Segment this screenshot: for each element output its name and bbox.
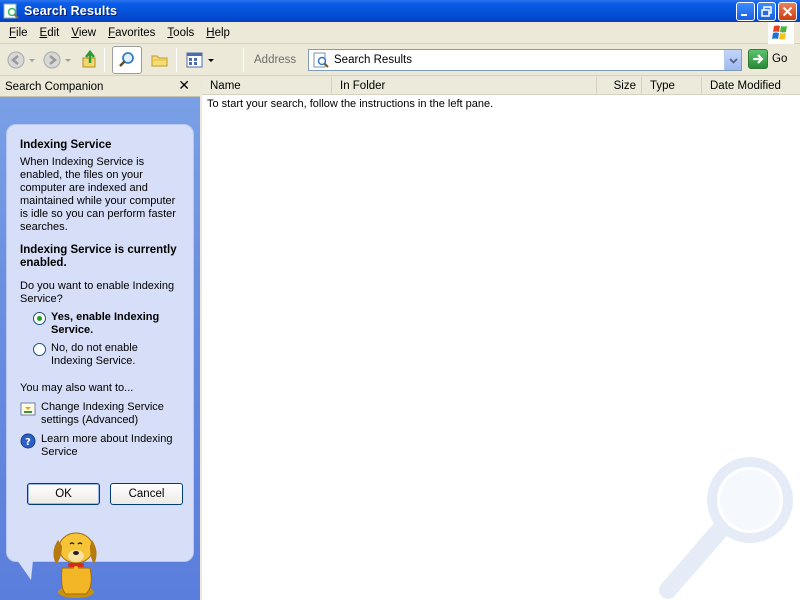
results-column-header: Name In Folder Size Type Date Modified xyxy=(202,77,800,95)
column-in-folder[interactable]: In Folder xyxy=(332,77,597,95)
help-icon: ? xyxy=(20,433,36,449)
standard-toolbar: Address Search Results Go xyxy=(0,45,800,76)
radio-disable[interactable] xyxy=(33,343,46,356)
folders-button[interactable] xyxy=(148,47,172,73)
minimize-button[interactable] xyxy=(736,2,755,21)
restore-icon xyxy=(761,6,772,17)
option-disable[interactable]: No, do not enable Indexing Service. xyxy=(33,342,181,368)
column-type[interactable]: Type xyxy=(642,77,702,95)
column-name[interactable]: Name xyxy=(202,77,332,95)
back-dropdown[interactable] xyxy=(28,47,36,73)
chevron-down-icon xyxy=(208,59,214,62)
results-instructions: To start your search, follow the instruc… xyxy=(207,98,494,110)
title-bar[interactable]: Search Results xyxy=(0,0,800,22)
address-dropdown-button[interactable] xyxy=(724,50,741,70)
menu-file[interactable]: File xyxy=(3,27,34,39)
go-label: Go xyxy=(772,53,788,65)
panel-title: Indexing Service xyxy=(20,139,112,151)
views-button[interactable] xyxy=(185,47,215,73)
option-enable[interactable]: Yes, enable Indexing Service. xyxy=(33,311,181,337)
panel-description: When Indexing Service is enabled, the fi… xyxy=(20,156,176,233)
up-folder-icon xyxy=(82,50,96,68)
menu-edit[interactable]: Edit xyxy=(34,27,66,39)
back-button[interactable] xyxy=(6,47,26,73)
menu-tools[interactable]: Tools xyxy=(161,27,200,39)
restore-button[interactable] xyxy=(757,2,776,21)
also-want-text: You may also want to... xyxy=(20,382,134,394)
search-folder-icon xyxy=(3,3,19,19)
chevron-down-icon xyxy=(29,59,35,62)
change-settings-link[interactable]: Change Indexing Service settings (Advanc… xyxy=(20,401,181,427)
chevron-down-icon xyxy=(728,57,738,64)
speech-bubble-tail xyxy=(17,560,33,580)
up-button[interactable] xyxy=(80,47,100,73)
search-icon xyxy=(119,52,134,67)
toolbar-separator xyxy=(243,48,244,72)
change-settings-label[interactable]: Change Indexing Service settings (Advanc… xyxy=(41,401,181,427)
search-companion-title: Search Companion xyxy=(5,80,104,93)
search-companion-header: Search Companion ✕ xyxy=(0,77,200,97)
toolbar-separator xyxy=(104,48,105,72)
forward-dropdown[interactable] xyxy=(64,47,72,73)
menu-bar: File Edit View Favorites Tools Help xyxy=(0,22,800,44)
search-folder-icon xyxy=(313,52,329,68)
learn-more-link[interactable]: ? Learn more about Indexing Service xyxy=(20,433,181,459)
menu-view[interactable]: View xyxy=(65,27,102,39)
svg-text:?: ? xyxy=(25,437,31,448)
results-pane: Name In Folder Size Type Date Modified T… xyxy=(202,77,800,600)
cancel-button[interactable]: Cancel xyxy=(110,483,183,505)
option-disable-label[interactable]: No, do not enable Indexing Service. xyxy=(51,342,181,368)
address-bar[interactable]: Search Results xyxy=(308,49,742,71)
ok-button[interactable]: OK xyxy=(27,483,100,505)
chevron-down-icon xyxy=(65,59,71,62)
search-dog-icon[interactable] xyxy=(40,520,112,600)
search-companion-pane: Search Companion ✕ Indexing Service When… xyxy=(0,77,200,600)
indexing-question: Do you want to enable Indexing Service? xyxy=(20,280,175,305)
folders-icon xyxy=(151,55,168,67)
menu-favorites[interactable]: Favorites xyxy=(102,27,161,39)
option-enable-label[interactable]: Yes, enable Indexing Service. xyxy=(51,311,181,337)
search-button[interactable] xyxy=(112,46,142,74)
close-icon xyxy=(782,6,793,17)
column-size[interactable]: Size xyxy=(597,77,642,95)
close-button[interactable] xyxy=(778,2,797,21)
windows-logo-icon xyxy=(768,22,794,44)
learn-more-label[interactable]: Learn more about Indexing Service xyxy=(41,433,181,459)
window-title: Search Results xyxy=(24,4,118,18)
views-icon xyxy=(186,52,203,68)
toolbar-separator xyxy=(176,48,177,72)
forward-button[interactable] xyxy=(42,47,62,73)
menu-help[interactable]: Help xyxy=(200,27,236,39)
address-label: Address xyxy=(254,54,297,66)
indexing-service-panel: Indexing Service When Indexing Service i… xyxy=(6,124,194,562)
radio-enable[interactable] xyxy=(33,312,46,325)
magnifier-watermark-icon xyxy=(659,457,793,599)
address-value: Search Results xyxy=(334,54,412,66)
minimize-icon xyxy=(741,14,747,16)
settings-icon xyxy=(20,402,36,416)
go-button[interactable]: Go xyxy=(748,49,787,69)
forward-icon xyxy=(43,51,61,69)
indexing-status: Indexing Service is currently enabled. xyxy=(20,244,177,269)
go-arrow-icon xyxy=(753,54,764,64)
column-date-modified[interactable]: Date Modified xyxy=(702,77,800,95)
back-icon xyxy=(7,51,25,69)
close-pane-icon[interactable]: ✕ xyxy=(178,78,190,94)
